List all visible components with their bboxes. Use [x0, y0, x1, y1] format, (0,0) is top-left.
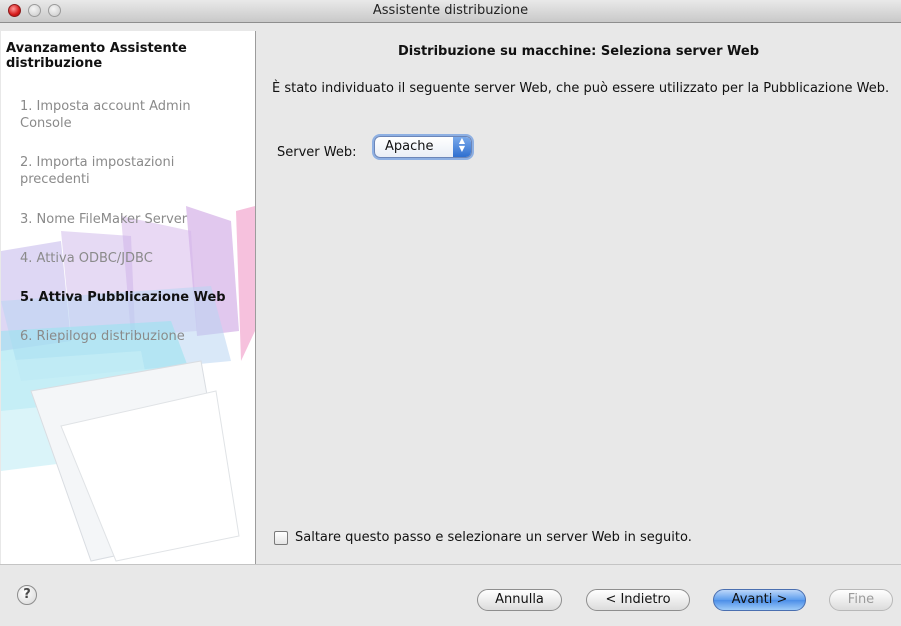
step-odbc-jdbc: 4. Attiva ODBC/JDBC	[20, 251, 153, 266]
back-button[interactable]: < Indietro	[586, 589, 690, 611]
server-web-value: Apache	[385, 139, 434, 154]
progress-sidebar: Avanzamento Assistente distribuzione 1. …	[1, 31, 256, 564]
step-admin-console: 1. Imposta account Admin Console	[20, 99, 191, 131]
step-summary: 6. Riepilogo distribuzione	[20, 329, 185, 344]
page-title: Distribuzione su macchine: Seleziona ser…	[397, 44, 760, 59]
step-import-settings: 2. Importa impostazioni precedenti	[20, 155, 175, 187]
wizard-window: Assistente distribuzione Avanzamento Ass…	[0, 0, 901, 626]
skip-step-label[interactable]: Saltare questo passo e selezionare un se…	[295, 530, 692, 545]
window-title: Assistente distribuzione	[372, 3, 529, 18]
button-bar: ? Annulla < Indietro Avanti > Fine	[0, 564, 901, 626]
server-web-label: Server Web:	[277, 145, 357, 160]
title-bar: Assistente distribuzione	[0, 0, 901, 23]
next-button[interactable]: Avanti >	[713, 589, 806, 611]
sidebar-title: Avanzamento Assistente distribuzione	[6, 41, 187, 71]
finish-button[interactable]: Fine	[829, 589, 893, 611]
step-server-name: 3. Nome FileMaker Server	[20, 212, 188, 227]
cancel-button[interactable]: Annulla	[477, 589, 562, 611]
step-web-publishing: 5. Attiva Pubblicazione Web	[20, 290, 226, 305]
help-icon[interactable]: ?	[17, 585, 37, 605]
main-panel: Distribuzione su macchine: Seleziona ser…	[256, 31, 901, 564]
description-text: È stato individuato il seguente server W…	[272, 81, 890, 96]
server-web-select[interactable]: Apache ▲ ▼	[374, 136, 472, 158]
skip-step-checkbox[interactable]	[274, 531, 288, 545]
select-arrows-icon: ▲ ▼	[453, 137, 471, 157]
